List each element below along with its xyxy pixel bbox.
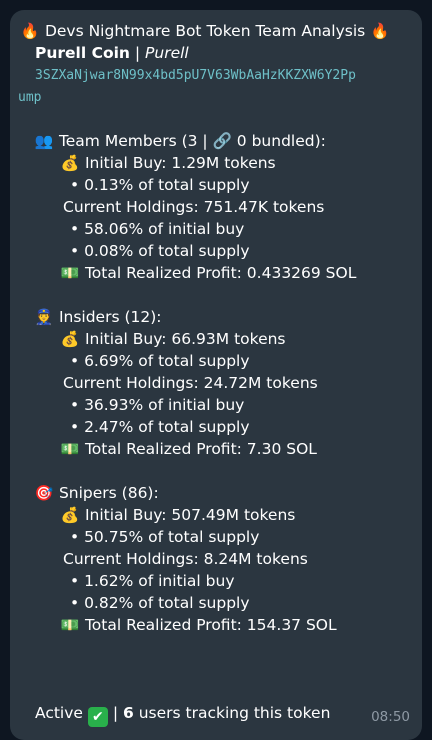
snipers-current-pct-total: • 0.82% of total supply (70, 594, 250, 612)
insiders-profit: 💵 Total Realized Profit: 7.30 SOL (60, 438, 317, 460)
coin-separator: | (129, 44, 146, 62)
insiders-initial-buy-text: Initial Buy: 66.93M tokens (84, 330, 286, 348)
team-profit: 💵 Total Realized Profit: 0.433269 SOL (60, 262, 357, 284)
team-current-pct-total: • 0.08% of total supply (70, 242, 250, 260)
footer-separator: | (107, 704, 123, 722)
tracking-status: Active ✔ | 6 users tracking this token (35, 702, 330, 727)
message-title: Devs Nightmare Bot Token Team Analysis (44, 22, 366, 40)
insiders-initial-pct: • 6.69% of total supply (70, 352, 250, 370)
users-count: 6 (122, 704, 134, 722)
snipers-initial-buy-text: Initial Buy: 507.49M tokens (84, 506, 296, 524)
snipers-profit-text: Total Realized Profit: 154.37 SOL (84, 616, 337, 634)
token-address-continued[interactable]: ump (18, 87, 41, 109)
insiders-current-pct-total: • 2.47% of total supply (70, 418, 250, 436)
team-header-text: Team Members (3 | 🔗 0 bundled): (58, 132, 326, 150)
coin-line: Purell Coin | Purell (35, 42, 189, 64)
insiders-current-holdings: Current Holdings: 24.72M tokens (63, 374, 318, 392)
team-icon: 👥 (34, 132, 54, 150)
money-icon: 💵 (60, 440, 80, 458)
message-bubble: 🔥 Devs Nightmare Bot Token Team Analysis… (10, 10, 422, 740)
team-initial-buy: 💰 Initial Buy: 1.29M tokens (60, 152, 276, 174)
team-profit-text: Total Realized Profit: 0.433269 SOL (84, 264, 357, 282)
team-current-pct-initial: • 58.06% of initial buy (70, 220, 245, 238)
team-current-holdings: Current Holdings: 751.47K tokens (63, 198, 325, 216)
insiders-profit-text: Total Realized Profit: 7.30 SOL (84, 440, 317, 458)
message-title-line: 🔥 Devs Nightmare Bot Token Team Analysis… (20, 20, 390, 42)
token-address[interactable]: 3SZXaNjwar8N99x4bd5pU7V63WbAaHzKKZXW6Y2P… (35, 65, 356, 87)
moneybag-icon: 💰 (60, 154, 80, 172)
snipers-current-pct-initial: • 1.62% of initial buy (70, 572, 235, 590)
insiders-header-text: Insiders (12): (58, 308, 162, 326)
fire-icon: 🔥 (370, 22, 390, 40)
snipers-initial-pct: • 50.75% of total supply (70, 528, 260, 546)
police-officer-icon: 👮 (34, 308, 54, 326)
moneybag-icon: 💰 (60, 506, 80, 524)
snipers-header-text: Snipers (86): (58, 484, 159, 502)
insiders-header: 👮 Insiders (12): (34, 306, 162, 328)
moneybag-icon: 💰 (60, 330, 80, 348)
insiders-initial-buy: 💰 Initial Buy: 66.93M tokens (60, 328, 286, 350)
team-header: 👥 Team Members (3 | 🔗 0 bundled): (34, 130, 326, 152)
snipers-profit: 💵 Total Realized Profit: 154.37 SOL (60, 614, 337, 636)
money-icon: 💵 (60, 264, 80, 282)
snipers-header: 🎯 Snipers (86): (34, 482, 159, 504)
fire-icon: 🔥 (20, 22, 40, 40)
coin-name: Purell Coin (35, 44, 130, 62)
insiders-current-pct-initial: • 36.93% of initial buy (70, 396, 245, 414)
team-initial-buy-text: Initial Buy: 1.29M tokens (84, 154, 276, 172)
money-icon: 💵 (60, 616, 80, 634)
team-initial-pct: • 0.13% of total supply (70, 176, 250, 194)
users-tracking-text: users tracking this token (133, 704, 331, 722)
message-time: 08:50 (371, 709, 410, 725)
target-icon: 🎯 (34, 484, 54, 502)
snipers-current-holdings: Current Holdings: 8.24M tokens (63, 550, 308, 568)
active-label: Active (35, 704, 83, 722)
coin-alias: Purell (145, 44, 189, 62)
snipers-initial-buy: 💰 Initial Buy: 507.49M tokens (60, 504, 296, 526)
check-icon: ✔ (87, 707, 108, 727)
